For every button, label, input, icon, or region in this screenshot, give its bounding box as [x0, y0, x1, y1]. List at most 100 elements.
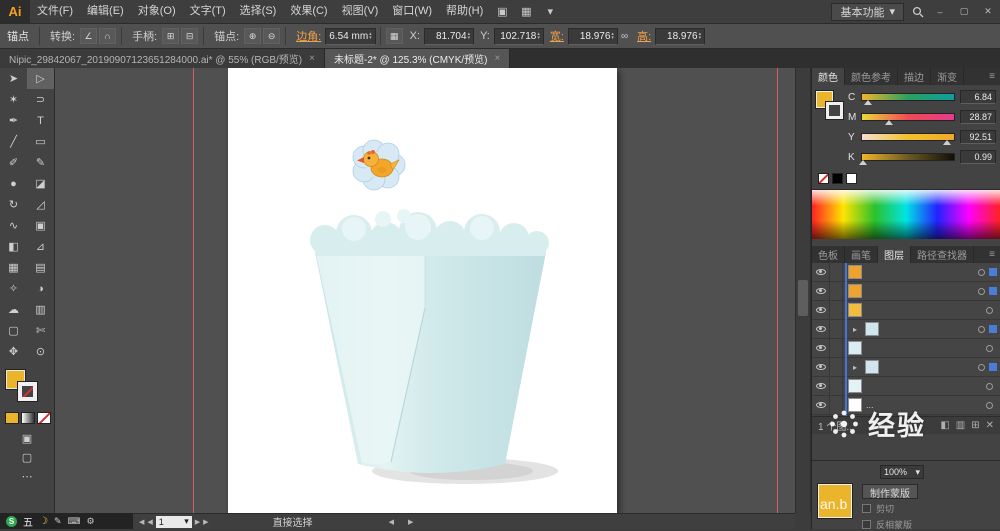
lock-cell[interactable] [830, 358, 843, 376]
vertical-guide[interactable] [193, 68, 194, 513]
layer-row[interactable] [812, 263, 1000, 282]
stepper-icon[interactable]: ▴▾ [537, 32, 540, 40]
layer-target-icon[interactable] [978, 288, 985, 295]
shape-builder-tool[interactable]: ◧ [0, 236, 27, 257]
none-button[interactable] [37, 412, 51, 424]
restore-button[interactable]: ▢ [956, 6, 972, 17]
ime-mode-label[interactable]: 五 [23, 514, 33, 529]
checkbox-icon[interactable] [862, 520, 871, 529]
visibility-eye-icon[interactable] [812, 377, 830, 395]
slider-marker[interactable] [943, 140, 951, 145]
visibility-eye-icon[interactable] [812, 263, 830, 281]
zoom-tool[interactable]: ⊙ [27, 341, 54, 362]
artboard[interactable] [228, 68, 617, 513]
width-link-label[interactable]: 宽: [550, 28, 564, 44]
line-segment-tool[interactable]: ╱ [0, 131, 27, 152]
new-sublayer-icon[interactable]: ▥ [956, 420, 965, 431]
canvas-pasteboard[interactable] [55, 68, 795, 513]
paintbrush-tool[interactable]: ✐ [0, 152, 27, 173]
menu-item[interactable]: 选择(S) [233, 0, 284, 23]
tab-color-guide[interactable]: 颜色参考 [845, 68, 898, 85]
layer-target-icon[interactable] [986, 307, 993, 314]
menu-item[interactable]: 文件(F) [30, 0, 80, 23]
layer-row[interactable] [812, 339, 1000, 358]
stroke-color-swatch[interactable] [18, 382, 37, 401]
selection-tool[interactable]: ➤ [0, 68, 27, 89]
free-transform-tool[interactable]: ▣ [27, 215, 54, 236]
layer-row[interactable] [812, 377, 1000, 396]
slider-track[interactable] [861, 113, 955, 121]
workspace-switcher-button[interactable]: 基本功能 ▾ [831, 3, 904, 21]
slider-value-input[interactable]: 6.84 [960, 90, 996, 104]
artboard-tool[interactable]: ▢ [0, 320, 27, 341]
layer-thumbnail[interactable] [848, 398, 862, 412]
visibility-eye-icon[interactable] [812, 358, 830, 376]
layer-thumbnail[interactable] [865, 360, 879, 374]
close-button[interactable]: ✕ [980, 6, 996, 17]
search-icon[interactable] [912, 6, 924, 18]
rotate-tool[interactable]: ↻ [0, 194, 27, 215]
document-layout-icon[interactable]: ▦ [516, 3, 536, 21]
visibility-eye-icon[interactable] [812, 339, 830, 357]
first-artboard-icon[interactable]: ◀ [139, 518, 144, 526]
stroke-color-swatch[interactable] [826, 102, 843, 119]
visibility-eye-icon[interactable] [812, 282, 830, 300]
tab-pathfinder[interactable]: 路径查找器 [911, 246, 974, 263]
make-clip-mask-icon[interactable]: ◧ [940, 420, 949, 431]
eraser-tool[interactable]: ◪ [27, 173, 54, 194]
screen-mode-icon[interactable]: ▢ [22, 451, 32, 464]
flower-bubble[interactable] [353, 140, 405, 190]
minimize-button[interactable]: – [932, 7, 948, 17]
slider-marker[interactable] [864, 100, 872, 105]
document-tab[interactable]: Nipic_29842067_20190907123651284000.ai* … [0, 49, 325, 68]
tab-stroke[interactable]: 描边 [898, 68, 931, 85]
y-position-input[interactable]: 102.718▴▾ [494, 28, 544, 45]
tab-swatches[interactable]: 色板 [812, 246, 845, 263]
panel-menu-icon[interactable]: ≡ [984, 246, 1000, 263]
perspective-grid-tool[interactable]: ⊿ [27, 236, 54, 257]
menu-item[interactable]: 效果(C) [283, 0, 334, 23]
corner-radius-input[interactable]: 6.54 mm▴▾ [325, 28, 375, 45]
constrain-proportions-icon[interactable]: ∞ [621, 31, 628, 42]
convert-to-smooth-icon[interactable]: ∩ [99, 28, 116, 44]
none-swatch[interactable] [818, 173, 829, 184]
layer-target-icon[interactable] [978, 269, 985, 276]
menu-item[interactable]: 视图(V) [335, 0, 386, 23]
slider-track[interactable] [861, 93, 955, 101]
object-thumbnail[interactable] [818, 484, 852, 518]
layer-row[interactable]: ... [812, 396, 1000, 415]
close-tab-icon[interactable]: × [495, 53, 501, 64]
height-input[interactable]: 18.976▴▾ [655, 28, 705, 45]
tab-color[interactable]: 颜色 [812, 68, 845, 85]
layer-row[interactable]: ▸ [812, 358, 1000, 377]
arrange-documents-icon[interactable]: ▣ [492, 3, 512, 21]
panel-menu-icon[interactable]: ≡ [984, 68, 1000, 85]
layer-target-icon[interactable] [986, 383, 993, 390]
gradient-tool[interactable]: ▤ [27, 257, 54, 278]
slice-tool[interactable]: ✄ [27, 320, 54, 341]
color-button[interactable] [5, 412, 19, 424]
visibility-eye-icon[interactable] [812, 396, 830, 414]
convert-to-corner-icon[interactable]: ∠ [80, 28, 97, 44]
hide-handles-icon[interactable]: ⊟ [181, 28, 198, 44]
menu-item[interactable]: 窗口(W) [385, 0, 439, 23]
eyedropper-tool[interactable]: ✧ [0, 278, 27, 299]
layer-thumbnail[interactable] [848, 379, 862, 393]
stepper-icon[interactable]: ▴▾ [369, 32, 372, 40]
menu-item[interactable]: 文字(T) [183, 0, 233, 23]
scale-tool[interactable]: ◿ [27, 194, 54, 215]
expand-triangle-icon[interactable]: ▸ [850, 363, 860, 372]
lock-cell[interactable] [830, 377, 843, 395]
slider-value-input[interactable]: 28.87 [960, 110, 996, 124]
more-options-icon[interactable]: ⋯ [22, 470, 33, 483]
lasso-tool[interactable]: ⊃ [27, 89, 54, 110]
lock-cell[interactable] [830, 396, 843, 414]
width-tool[interactable]: ∿ [0, 215, 27, 236]
checkbox-icon[interactable] [862, 504, 871, 513]
pen-tool[interactable]: ✒ [0, 110, 27, 131]
layer-thumbnail[interactable] [848, 303, 862, 317]
symbol-sprayer-tool[interactable]: ☁ [0, 299, 27, 320]
moon-icon[interactable]: ☽ [39, 516, 48, 527]
ime-logo-icon[interactable]: S [6, 516, 17, 527]
remove-anchor-icon[interactable]: ⊖ [263, 28, 280, 44]
